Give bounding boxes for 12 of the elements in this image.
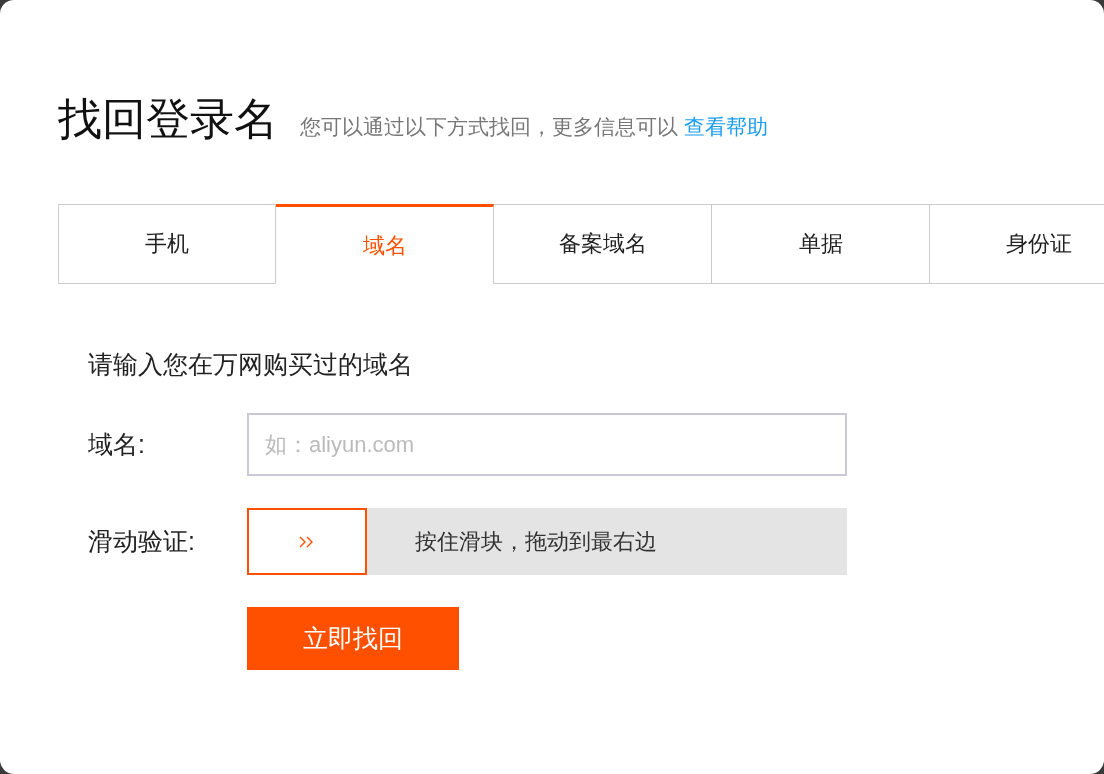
slider-label: 滑动验证:	[88, 526, 196, 557]
tab[interactable]: 手机	[58, 204, 276, 284]
tab[interactable]: 备案域名	[494, 204, 712, 284]
instruction-text: 请输入您在万网购买过的域名	[88, 349, 414, 380]
slider-hint: 按住滑块，拖动到最右边	[415, 527, 657, 556]
slider-handle[interactable]	[247, 508, 367, 575]
subtitle: 您可以通过以下方式找回，更多信息可以	[300, 114, 678, 140]
domain-label: 域名:	[88, 429, 146, 460]
page-title: 找回登录名	[58, 93, 278, 145]
domain-input-field[interactable]: 如：aliyun.com	[247, 413, 847, 476]
tab[interactable]: 单据	[712, 204, 930, 284]
tab[interactable]: 身份证	[930, 204, 1104, 284]
